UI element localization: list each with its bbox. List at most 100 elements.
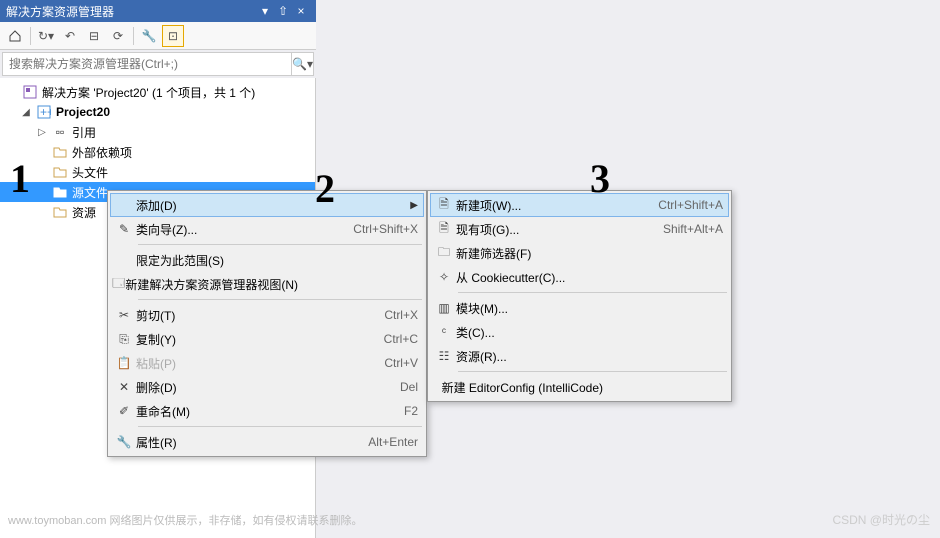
cookiecutter-icon: ✧ — [432, 270, 456, 284]
paste-icon: 📋 — [112, 356, 136, 370]
wizard-icon: ✎ — [112, 222, 136, 236]
tree-label: Project20 — [56, 105, 110, 119]
menu-shortcut: Ctrl+Shift+X — [338, 222, 418, 236]
sync-icon[interactable]: ⟳ — [107, 25, 129, 47]
delete-icon: ✕ — [112, 380, 136, 394]
tree-label: 头文件 — [72, 164, 108, 181]
tree-label: 外部依赖项 — [72, 144, 132, 161]
home-icon[interactable] — [4, 25, 26, 47]
menu-shortcut: Del — [338, 380, 418, 394]
menu-label: 类(C)... — [456, 324, 643, 341]
footer-left: www.toymoban.com 网络图片仅供展示，非存储，如有侵权请联系删除。 — [8, 512, 362, 528]
solution-explorer-header: 解决方案资源管理器 ▾ ⇧ × — [0, 0, 316, 22]
panel-title: 解决方案资源管理器 — [6, 3, 256, 20]
menu-item-properties[interactable]: 🔧 属性(R) Alt+Enter — [110, 430, 424, 454]
showall-icon[interactable]: ⊡ — [162, 25, 184, 47]
menu-item-scope[interactable]: 限定为此范围(S) — [110, 248, 424, 272]
refresh-icon[interactable]: ↻▾ — [35, 25, 57, 47]
folder-icon: 🗀 — [432, 243, 456, 264]
menu-item-add[interactable]: 添加(D) ▶ — [110, 193, 424, 217]
menu-label: 删除(D) — [136, 379, 338, 396]
separator — [30, 27, 31, 45]
menu-item-copy[interactable]: ⎘ 复制(Y) Ctrl+C — [110, 327, 424, 351]
footer-right: CSDN @时光の尘 — [832, 511, 930, 528]
tree-label: 源文件 — [72, 184, 108, 201]
menu-item-class[interactable]: ᶜ 类(C)... — [430, 320, 729, 344]
collapse-icon[interactable]: ⊟ — [83, 25, 105, 47]
tree-node-references[interactable]: ▷ ▫▫ 引用 — [0, 122, 315, 142]
submenu-arrow-icon: ▶ — [406, 200, 418, 211]
search-icon[interactable]: 🔍▾ — [291, 53, 313, 75]
menu-item-existing-item[interactable]: 🗎 现有项(G)... Shift+Alt+A — [430, 217, 729, 241]
menu-label: 从 Cookiecutter(C)... — [456, 269, 643, 286]
tree-node-headers[interactable]: 头文件 — [0, 162, 315, 182]
menu-item-new-item[interactable]: 🗎 新建项(W)... Ctrl+Shift+A — [430, 193, 729, 217]
separator — [133, 27, 134, 45]
search-box[interactable]: 🔍▾ — [2, 52, 314, 76]
menu-label: 现有项(G)... — [456, 221, 643, 238]
tree-label: 解决方案 'Project20' (1 个项目，共 1 个) — [42, 84, 255, 101]
dropdown-icon[interactable]: ▾ — [256, 4, 274, 18]
menu-divider — [138, 299, 422, 300]
tree-node-external[interactable]: 外部依赖项 — [0, 142, 315, 162]
menu-shortcut: Shift+Alt+A — [643, 222, 723, 236]
menu-label: 新建项(W)... — [456, 197, 643, 214]
solution-icon — [22, 84, 38, 100]
menu-item-paste: 📋 粘贴(P) Ctrl+V — [110, 351, 424, 375]
menu-item-module[interactable]: ▥ 模块(M)... — [430, 296, 729, 320]
menu-item-class-wizard[interactable]: ✎ 类向导(Z)... Ctrl+Shift+X — [110, 217, 424, 241]
menu-label: 资源(R)... — [456, 348, 643, 365]
menu-divider — [458, 371, 727, 372]
tree-label: 引用 — [72, 124, 96, 141]
context-menu-primary: 添加(D) ▶ ✎ 类向导(Z)... Ctrl+Shift+X 限定为此范围(… — [107, 190, 427, 457]
pin-icon[interactable]: ⇧ — [274, 4, 292, 18]
menu-item-new-view[interactable]: 🗔 新建解决方案资源管理器视图(N) — [110, 272, 424, 296]
close-icon[interactable]: × — [292, 4, 310, 18]
collapse-icon[interactable]: ◢ — [20, 107, 32, 118]
folder-icon — [52, 144, 68, 160]
class-icon: ᶜ — [432, 325, 456, 339]
menu-item-cut[interactable]: ✂ 剪切(T) Ctrl+X — [110, 303, 424, 327]
menu-item-new-filter[interactable]: 🗀 新建筛选器(F) — [430, 241, 729, 265]
folder-icon — [52, 204, 68, 220]
menu-label: 剪切(T) — [136, 307, 338, 324]
menu-item-rename[interactable]: ✐ 重命名(M) F2 — [110, 399, 424, 423]
menu-label: 重命名(M) — [136, 403, 338, 420]
existing-icon: 🗎 — [432, 219, 456, 240]
menu-label: 属性(R) — [136, 434, 338, 451]
properties-icon[interactable]: 🔧 — [138, 25, 160, 47]
menu-divider — [458, 292, 727, 293]
menu-item-editorconfig[interactable]: 新建 EditorConfig (IntelliCode) — [430, 375, 729, 399]
menu-label: 新建 EditorConfig (IntelliCode) — [442, 379, 643, 396]
tree-node-solution[interactable]: 解决方案 'Project20' (1 个项目，共 1 个) — [0, 82, 315, 102]
menu-divider — [138, 244, 422, 245]
resource-icon: ☷ — [432, 349, 456, 363]
tree-node-project[interactable]: ◢ ++ Project20 — [0, 102, 315, 122]
module-icon: ▥ — [432, 301, 456, 315]
copy-icon: ⎘ — [112, 332, 136, 347]
menu-item-resource[interactable]: ☷ 资源(R)... — [430, 344, 729, 368]
wrench-icon: 🔧 — [112, 435, 136, 449]
folder-icon — [52, 184, 68, 200]
menu-shortcut: Ctrl+V — [338, 356, 418, 370]
menu-label: 粘贴(P) — [136, 355, 338, 372]
search-input[interactable] — [3, 57, 291, 71]
menu-shortcut: Ctrl+Shift+A — [643, 198, 723, 212]
svg-text:++: ++ — [40, 105, 51, 119]
solution-explorer-toolbar: ↻▾ ↶ ⊟ ⟳ 🔧 ⊡ — [0, 22, 316, 50]
menu-divider — [138, 426, 422, 427]
project-icon: ++ — [36, 104, 52, 120]
menu-shortcut: F2 — [338, 404, 418, 418]
rename-icon: ✐ — [112, 404, 136, 418]
menu-shortcut: Ctrl+X — [338, 308, 418, 322]
menu-label: 新建解决方案资源管理器视图(N) — [125, 276, 338, 293]
menu-label: 复制(Y) — [136, 331, 338, 348]
context-menu-add-submenu: 🗎 新建项(W)... Ctrl+Shift+A 🗎 现有项(G)... Shi… — [427, 190, 732, 402]
expand-icon[interactable]: ▷ — [36, 127, 48, 138]
menu-label: 新建筛选器(F) — [456, 245, 643, 262]
menu-item-cookiecutter[interactable]: ✧ 从 Cookiecutter(C)... — [430, 265, 729, 289]
menu-label: 限定为此范围(S) — [136, 252, 338, 269]
menu-item-delete[interactable]: ✕ 删除(D) Del — [110, 375, 424, 399]
references-icon: ▫▫ — [52, 124, 68, 140]
menu-label: 添加(D) — [136, 197, 406, 214]
